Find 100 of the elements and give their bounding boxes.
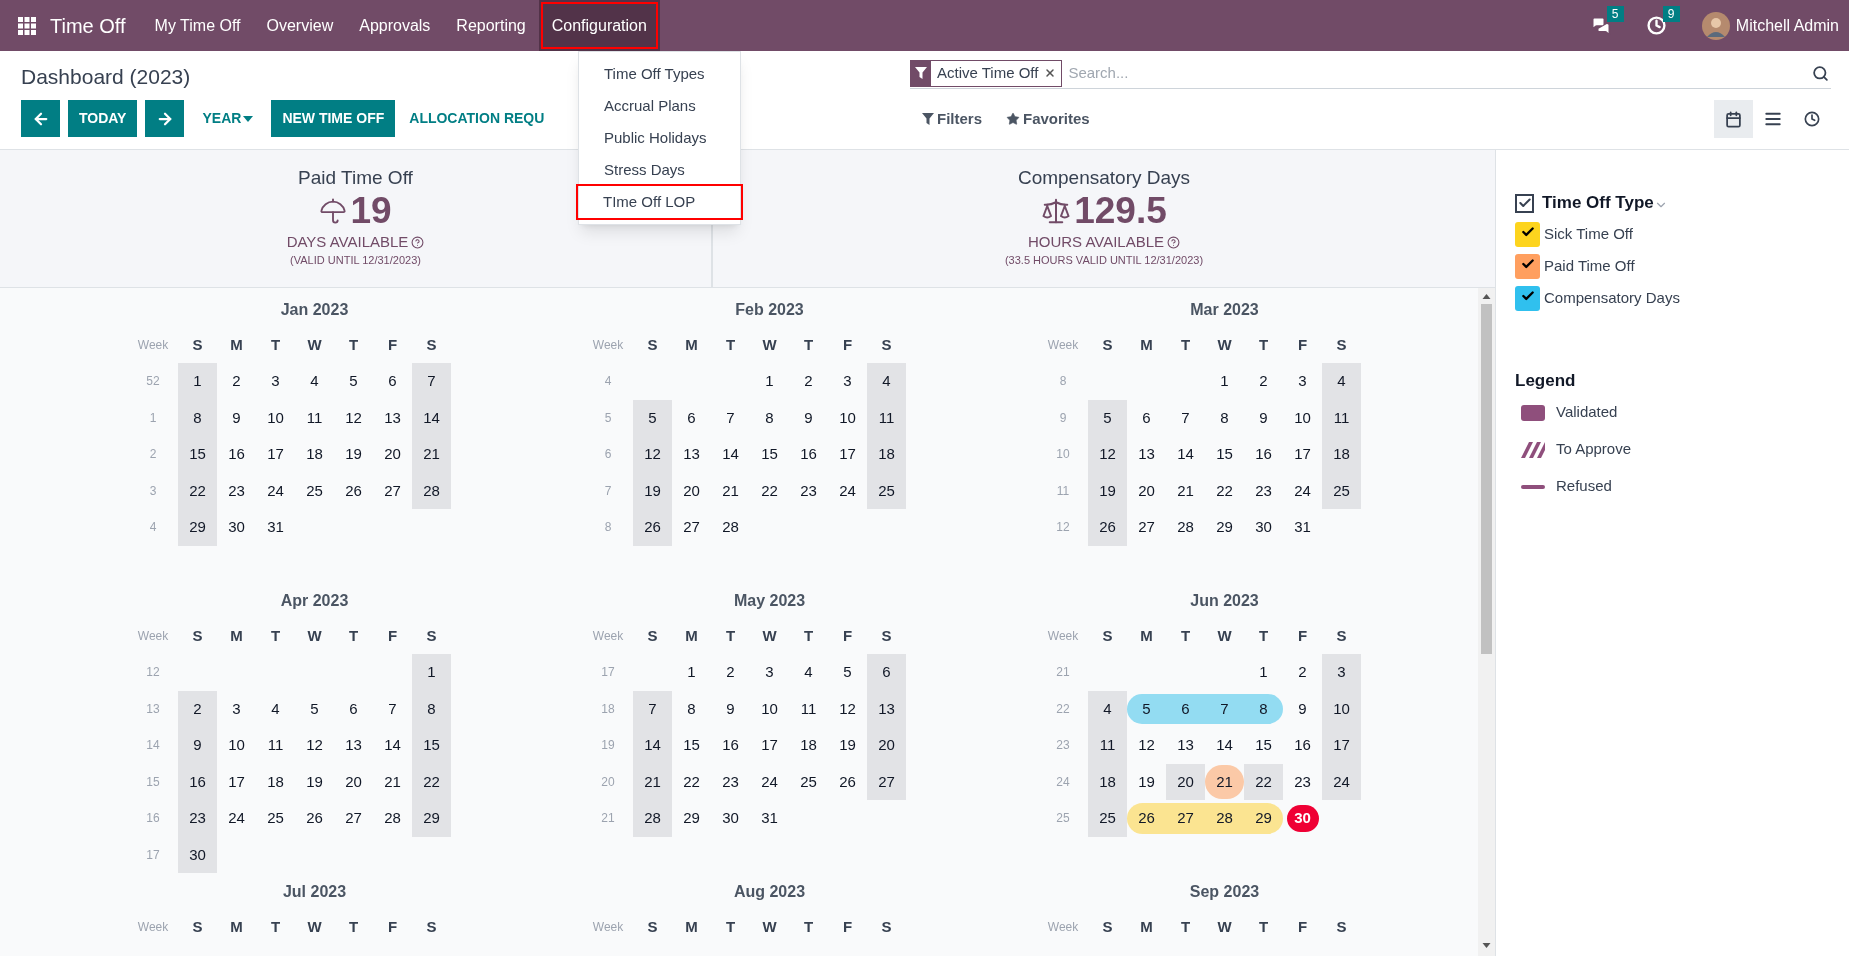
calendar-day[interactable]: 28 <box>1166 509 1205 546</box>
calendar-day[interactable]: 4 <box>256 690 295 727</box>
calendar-day[interactable]: 8 <box>672 690 711 727</box>
next-button[interactable] <box>145 100 185 137</box>
calendar-day[interactable]: 6 <box>1166 693 1205 724</box>
calendar-day[interactable]: 12 <box>334 399 373 436</box>
calendar-day[interactable]: 7 <box>373 690 412 727</box>
calendar-day[interactable]: 12 <box>1127 727 1166 764</box>
calendar-day[interactable]: 17 <box>1322 727 1361 764</box>
calendar-day[interactable]: 8 <box>1205 399 1244 436</box>
calendar-day[interactable]: 30 <box>1244 509 1283 546</box>
calendar-day[interactable]: 4 <box>1088 690 1127 727</box>
calendar-day[interactable]: 3 <box>256 363 295 400</box>
calendar-day[interactable]: 12 <box>1088 436 1127 473</box>
allocation-link[interactable]: ALLOCATION REQU <box>403 100 545 137</box>
previous-button[interactable] <box>21 100 60 137</box>
calendar-day[interactable]: 23 <box>711 763 750 800</box>
calendar-day[interactable]: 19 <box>1127 763 1166 800</box>
calendar-day[interactable]: 30 <box>178 836 217 873</box>
calendar-day[interactable]: 15 <box>672 727 711 764</box>
calendar-day[interactable]: 21 <box>633 763 672 800</box>
calendar-day[interactable]: 5 <box>1127 693 1166 724</box>
calendar-day[interactable]: 6 <box>373 363 412 400</box>
calendar-day[interactable]: 17 <box>1283 436 1322 473</box>
help-icon[interactable] <box>1167 235 1181 249</box>
calendar-day[interactable]: 24 <box>256 472 295 509</box>
calendar-day[interactable]: 9 <box>711 690 750 727</box>
calendar-day[interactable]: 18 <box>867 436 906 473</box>
calendar-day[interactable]: 18 <box>1088 763 1127 800</box>
calendar-day[interactable]: 27 <box>373 472 412 509</box>
dropdown-item[interactable]: Time Off Types <box>579 58 740 90</box>
calendar-day[interactable]: 27 <box>1127 509 1166 546</box>
calendar-day[interactable]: 27 <box>672 509 711 546</box>
calendar-day[interactable]: 6 <box>334 690 373 727</box>
calendar-day[interactable]: 14 <box>633 727 672 764</box>
calendar-day[interactable]: 12 <box>633 436 672 473</box>
calendar-day[interactable]: 6 <box>1127 399 1166 436</box>
apps-menu-icon[interactable] <box>18 16 36 35</box>
help-icon[interactable] <box>411 235 425 249</box>
time-off-bar[interactable]: 26 27 28 29 <box>1127 803 1283 834</box>
calendar-day[interactable]: 27 <box>867 763 906 800</box>
calendar-day[interactable]: 3 <box>1322 654 1361 691</box>
view-switch-button[interactable] <box>1714 100 1753 138</box>
calendar-day[interactable]: 26 <box>1127 803 1166 834</box>
calendar-day[interactable]: 9 <box>1244 399 1283 436</box>
calendar-day[interactable]: 17 <box>256 436 295 473</box>
calendar-day[interactable]: 5 <box>828 654 867 691</box>
calendar-day[interactable]: 9 <box>178 727 217 764</box>
calendar-day[interactable]: 6 <box>867 654 906 691</box>
calendar-day[interactable]: 23 <box>178 800 217 837</box>
calendar-day[interactable]: 24 <box>1322 763 1361 800</box>
calendar-day[interactable]: 19 <box>1088 472 1127 509</box>
dropdown-item[interactable]: Public Holidays <box>579 122 740 154</box>
menu-item[interactable]: My Time Off <box>141 0 254 51</box>
filter-checkbox[interactable] <box>1515 253 1540 279</box>
calendar-day[interactable]: 13 <box>334 727 373 764</box>
calendar-day[interactable]: 9 <box>1283 690 1322 727</box>
search-bar[interactable]: Active Time Off Search... <box>910 58 1831 89</box>
calendar-day[interactable]: 1 <box>412 654 451 691</box>
calendar-day[interactable]: 2 <box>1244 363 1283 400</box>
calendar-day[interactable]: 28 <box>633 800 672 837</box>
menu-item[interactable]: Reporting <box>443 0 539 51</box>
calendar-day[interactable]: 5 <box>295 690 334 727</box>
calendar-day[interactable]: 14 <box>373 727 412 764</box>
calendar-day[interactable]: 24 <box>1283 472 1322 509</box>
calendar-day[interactable]: 26 <box>633 509 672 546</box>
calendar-day[interactable]: 2 <box>178 690 217 727</box>
calendar-day[interactable]: 3 <box>750 654 789 691</box>
calendar-day[interactable]: 24 <box>750 763 789 800</box>
app-name[interactable]: Time Off <box>50 10 126 41</box>
calendar-day[interactable]: 3 <box>217 690 256 727</box>
calendar-day[interactable]: 19 <box>828 727 867 764</box>
calendar-day[interactable]: 29 <box>412 800 451 837</box>
calendar-day[interactable]: 7 <box>1205 693 1244 724</box>
calendar-day[interactable]: 11 <box>1088 727 1127 764</box>
calendar-day[interactable]: 7 <box>633 690 672 727</box>
calendar-day[interactable]: 2 <box>789 363 828 400</box>
dropdown-item[interactable]: TIme Off LOP <box>578 186 741 218</box>
calendar-day[interactable]: 15 <box>1205 436 1244 473</box>
calendar-day[interactable]: 22 <box>178 472 217 509</box>
calendar-day[interactable]: 13 <box>1127 436 1166 473</box>
dropdown-item[interactable]: Accrual Plans <box>579 90 740 122</box>
calendar-day[interactable]: 21 <box>373 763 412 800</box>
messages-icon[interactable] <box>1590 15 1611 36</box>
calendar-day[interactable]: 4 <box>789 654 828 691</box>
calendar-day[interactable]: 25 <box>1088 800 1127 837</box>
calendar-day[interactable]: 1 <box>1244 654 1283 691</box>
calendar-day[interactable]: 4 <box>867 363 906 400</box>
calendar-day[interactable]: 16 <box>178 763 217 800</box>
calendar-day[interactable]: 18 <box>295 436 334 473</box>
action-button[interactable]: TODAY <box>68 100 138 137</box>
dropdown-item[interactable]: Stress Days <box>579 154 740 186</box>
calendar-day[interactable]: 20 <box>334 763 373 800</box>
calendar-day[interactable]: 5 <box>1088 399 1127 436</box>
calendar-day[interactable]: 7 <box>1166 399 1205 436</box>
calendar-day[interactable]: 26 <box>1088 509 1127 546</box>
calendar-day[interactable]: 28 <box>412 472 451 509</box>
range-dropdown[interactable]: YEAR <box>192 100 264 137</box>
menu-item[interactable]: Configuration <box>538 0 660 51</box>
calendar-day[interactable]: 19 <box>295 763 334 800</box>
